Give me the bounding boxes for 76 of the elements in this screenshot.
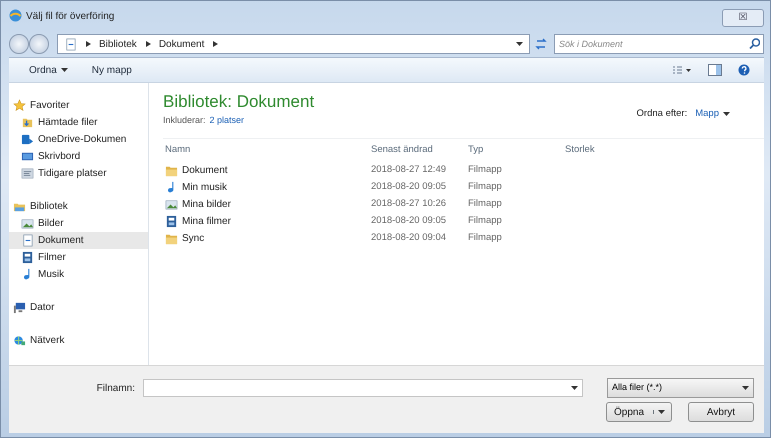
- back-button[interactable]: [9, 34, 29, 54]
- download-folder-icon: [21, 116, 34, 129]
- sidebar-group-header[interactable]: Favoriter: [9, 97, 148, 114]
- column-header[interactable]: Senast ändrad: [371, 142, 468, 158]
- breadcrumb-link[interactable]: Bibliotek: [99, 36, 137, 52]
- file-type: Filmapp: [468, 214, 503, 228]
- sidebar-item[interactable]: Filmer: [9, 249, 148, 266]
- app-globe-icon: [9, 9, 22, 22]
- caret-icon: [723, 112, 730, 116]
- modified-date: 2018-08-27 10:26: [371, 196, 448, 211]
- file-type: Filmapp: [468, 162, 503, 177]
- sidebar-item[interactable]: Tidigare platser: [9, 165, 148, 182]
- breadcrumb-arrow-icon: [85, 41, 91, 47]
- window-title: Välj fil för överföring: [26, 10, 114, 24]
- globe-icon: [13, 334, 26, 347]
- sidebar-item[interactable]: Bilder: [9, 215, 148, 232]
- file-name[interactable]: Dokument: [163, 162, 371, 178]
- dropdown-arrow-icon: [571, 386, 578, 390]
- includes-label: Inkluderar:: [163, 114, 206, 127]
- desktop-icon: [21, 150, 34, 163]
- arrange-by-dropdown[interactable]: Mapp: [695, 107, 730, 122]
- file-name[interactable]: Min musik: [163, 180, 371, 194]
- sidebar-item[interactable]: OneDrive-Dokumen: [9, 131, 148, 148]
- computer-icon: [13, 301, 26, 314]
- modified-date: 2018-08-20 09:04: [371, 230, 448, 245]
- locations-link[interactable]: 2 platser: [210, 114, 244, 128]
- preview-pane-icon[interactable]: [708, 64, 722, 76]
- close-button[interactable]: ☒: [722, 9, 764, 27]
- sidebar-item[interactable]: Hämtade filer: [9, 114, 148, 131]
- column-header[interactable]: Storlek: [565, 142, 625, 158]
- modified-date: 2018-08-27 12:49: [371, 162, 448, 177]
- cancel-button[interactable]: Avbryt: [688, 402, 754, 422]
- sidebar-group-header[interactable]: Nätverk: [9, 332, 148, 349]
- library-title: Bibliotek: Dokument: [163, 93, 316, 110]
- organize-menu-button[interactable]: Ordna: [29, 62, 68, 78]
- sidebar-item[interactable]: Dokument: [9, 232, 148, 249]
- column-header[interactable]: Typ: [468, 142, 565, 158]
- arrange-by-label: Ordna efter:: [636, 107, 688, 121]
- sidebar-item[interactable]: Skrivbord: [9, 148, 148, 165]
- forward-button[interactable]: [29, 34, 49, 54]
- column-header[interactable]: Namn: [163, 142, 371, 158]
- dropdown-arrow-icon: [742, 386, 749, 390]
- open-button[interactable]: Öppna: [606, 402, 672, 422]
- caret-icon: [658, 410, 665, 414]
- document-icon: [64, 38, 77, 50]
- document-icon: [21, 234, 34, 247]
- view-options-icon[interactable]: [672, 65, 692, 75]
- sidebar-group-header[interactable]: Bibliotek: [9, 198, 148, 215]
- film-icon: [21, 251, 34, 264]
- file-type: Filmapp: [468, 196, 503, 211]
- file-type-dropdown[interactable]: Alla filer (*.*): [607, 378, 754, 398]
- new-folder-button[interactable]: Ny mapp: [92, 62, 132, 78]
- picture-icon: [165, 198, 178, 210]
- film-icon: [165, 214, 178, 228]
- file-name[interactable]: Sync: [163, 230, 371, 246]
- sidebar-item[interactable]: Musik: [9, 266, 148, 283]
- star-icon: [13, 99, 26, 112]
- search-icon[interactable]: [749, 38, 760, 49]
- help-icon[interactable]: [738, 64, 750, 76]
- file-name[interactable]: Mina filmer: [163, 214, 371, 228]
- sidebar-group-header[interactable]: Dator: [9, 299, 148, 316]
- breadcrumb-arrow-icon: [212, 41, 218, 47]
- picture-icon: [21, 217, 34, 230]
- modified-date: 2018-08-20 09:05: [371, 214, 448, 228]
- file-type: Filmapp: [468, 230, 503, 245]
- breadcrumb-arrow-icon: [144, 41, 151, 47]
- recent-places-icon: [21, 167, 34, 180]
- search-field[interactable]: Sök i Dokument: [554, 34, 764, 54]
- modified-date: 2018-08-20 09:05: [371, 180, 448, 194]
- file-name[interactable]: Mina bilder: [163, 196, 371, 212]
- file-type: Filmapp: [468, 180, 503, 194]
- filename-label: Filnamn:: [96, 382, 135, 396]
- filename-field[interactable]: [143, 379, 583, 397]
- caret-icon: [60, 68, 68, 72]
- dropdown-arrow-icon: [516, 42, 523, 46]
- breadcrumb-link[interactable]: Dokument: [158, 36, 204, 52]
